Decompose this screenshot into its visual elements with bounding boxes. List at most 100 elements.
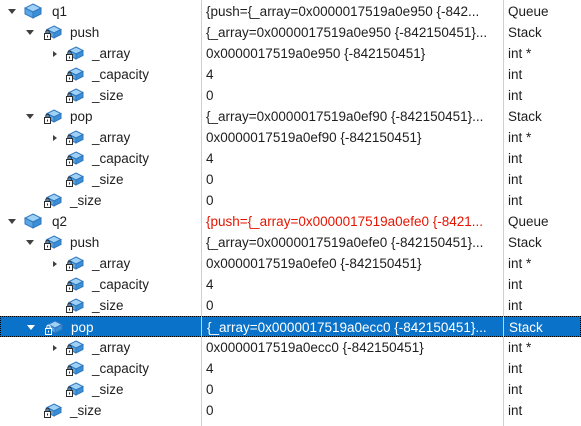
variable-type: int bbox=[508, 193, 523, 208]
variable-name: q2 bbox=[52, 214, 68, 229]
name-cell: _size bbox=[0, 85, 201, 106]
watch-row-size[interactable]: _size 0 int bbox=[0, 379, 581, 400]
variable-value[interactable]: 0 bbox=[201, 379, 503, 400]
name-cell: q2 bbox=[0, 211, 201, 232]
variable-name: _size bbox=[92, 88, 124, 103]
watch-row-q2[interactable]: q2 {push={_array=0x0000017519a0efe0 {-842… bbox=[0, 211, 581, 232]
locked-member-icon bbox=[66, 150, 85, 167]
locked-member-icon bbox=[66, 66, 85, 83]
locked-member-icon bbox=[44, 234, 63, 251]
watch-row-capacity[interactable]: _capacity 4 int bbox=[0, 148, 581, 169]
collapse-arrow-icon[interactable] bbox=[24, 232, 36, 253]
collapse-arrow-icon[interactable] bbox=[24, 22, 36, 43]
locked-member-icon bbox=[45, 319, 64, 336]
watch-row-array[interactable]: _array 0x0000017519a0e950 {-842150451} int… bbox=[0, 43, 581, 64]
variable-name: _size bbox=[70, 193, 102, 208]
variable-type: int bbox=[508, 172, 523, 187]
watch-row-capacity[interactable]: _capacity 4 int bbox=[0, 274, 581, 295]
variable-name: _array bbox=[92, 256, 131, 271]
variable-type: int bbox=[508, 67, 523, 82]
variable-value[interactable]: 0 bbox=[201, 295, 503, 316]
name-value-column-divider[interactable] bbox=[201, 0, 202, 426]
name-cell: push bbox=[0, 232, 201, 253]
variable-value[interactable]: 4 bbox=[201, 274, 503, 295]
variable-value[interactable]: 4 bbox=[201, 64, 503, 85]
variable-value[interactable]: 0x0000017519a0efe0 {-842150451} bbox=[201, 253, 503, 274]
locked-member-icon bbox=[66, 381, 85, 398]
expand-arrow-icon[interactable] bbox=[50, 43, 62, 64]
collapse-arrow-icon[interactable] bbox=[6, 211, 18, 232]
variable-value[interactable]: 4 bbox=[201, 358, 503, 379]
variable-value[interactable]: 0 bbox=[201, 85, 503, 106]
expand-arrow-icon[interactable] bbox=[50, 253, 62, 274]
watch-row-push[interactable]: push {_array=0x0000017519a0e950 {-8421504… bbox=[0, 22, 581, 43]
value-type-column-divider[interactable] bbox=[503, 0, 504, 426]
variable-name: _capacity bbox=[92, 361, 150, 376]
collapse-arrow-icon[interactable] bbox=[25, 317, 37, 338]
variable-value[interactable]: 0 bbox=[201, 400, 503, 421]
variable-value[interactable]: {_array=0x0000017519a0ef90 {-842150451}.… bbox=[201, 106, 503, 127]
variable-value[interactable]: 0x0000017519a0ecc0 {-842150451} bbox=[201, 337, 503, 358]
name-cell: _size bbox=[0, 379, 201, 400]
variable-value[interactable]: 0 bbox=[201, 169, 503, 190]
variable-type: int bbox=[508, 382, 523, 397]
variable-value[interactable]: {push={_array=0x0000017519a0efe0 {-8421.… bbox=[201, 211, 503, 232]
name-cell: _capacity bbox=[0, 274, 201, 295]
variable-value[interactable]: 0 bbox=[201, 190, 503, 211]
variable-name: _capacity bbox=[92, 151, 150, 166]
watch-row-array[interactable]: _array 0x0000017519a0ef90 {-842150451} int… bbox=[0, 127, 581, 148]
variable-name: _capacity bbox=[92, 67, 150, 82]
name-cell: pop bbox=[0, 106, 201, 127]
variable-name: _size bbox=[92, 382, 124, 397]
variable-type: int * bbox=[508, 340, 532, 355]
variable-value[interactable]: {_array=0x0000017519a0e950 {-842150451}.… bbox=[201, 22, 503, 43]
watch-row-size[interactable]: _size 0 int bbox=[0, 400, 581, 421]
watch-row-size[interactable]: _size 0 int bbox=[0, 295, 581, 316]
variable-type: Stack bbox=[508, 25, 542, 40]
watch-row-array[interactable]: _array 0x0000017519a0ecc0 {-842150451} int… bbox=[0, 337, 581, 358]
watch-row-pop[interactable]: pop {_array=0x0000017519a0ecc0 {-84215045… bbox=[0, 316, 581, 337]
locked-member-icon bbox=[44, 402, 63, 419]
watch-row-size[interactable]: _size 0 int bbox=[0, 85, 581, 106]
locked-member-icon bbox=[44, 24, 63, 41]
watch-row-push[interactable]: push {_array=0x0000017519a0efe0 {-8421504… bbox=[0, 232, 581, 253]
watch-row-q1[interactable]: q1 {push={_array=0x0000017519a0e950 {-842… bbox=[0, 1, 581, 22]
variable-value[interactable]: 0x0000017519a0ef90 {-842150451} bbox=[201, 127, 503, 148]
variable-name: _array bbox=[92, 340, 131, 355]
watch-row-size[interactable]: _size 0 int bbox=[0, 169, 581, 190]
variable-name: q1 bbox=[52, 4, 68, 19]
watch-row-capacity[interactable]: _capacity 4 int bbox=[0, 64, 581, 85]
watch-row-size[interactable]: _size 0 int bbox=[0, 190, 581, 211]
variable-name: pop bbox=[70, 109, 93, 124]
variable-value[interactable]: {_array=0x0000017519a0ecc0 {-842150451}.… bbox=[202, 317, 504, 338]
variable-name: _array bbox=[92, 130, 131, 145]
locked-member-icon bbox=[66, 171, 85, 188]
variable-type: int * bbox=[508, 256, 532, 271]
variable-value[interactable]: 0x0000017519a0e950 {-842150451} bbox=[201, 43, 503, 64]
expand-arrow-icon[interactable] bbox=[50, 127, 62, 148]
object-icon bbox=[23, 213, 43, 230]
variable-value[interactable]: {push={_array=0x0000017519a0e950 {-842..… bbox=[201, 1, 503, 22]
watch-row-capacity[interactable]: _capacity 4 int bbox=[0, 358, 581, 379]
name-cell: _array bbox=[0, 337, 201, 358]
name-cell: _size bbox=[0, 400, 201, 421]
expand-arrow-icon[interactable] bbox=[50, 337, 62, 358]
locked-member-icon bbox=[44, 192, 63, 209]
variable-type: int bbox=[508, 298, 523, 313]
name-cell: _array bbox=[0, 253, 201, 274]
variable-value[interactable]: {_array=0x0000017519a0efe0 {-842150451}.… bbox=[201, 232, 503, 253]
watch-row-pop[interactable]: pop {_array=0x0000017519a0ef90 {-84215045… bbox=[0, 106, 581, 127]
locked-member-icon bbox=[66, 297, 85, 314]
collapse-arrow-icon[interactable] bbox=[6, 1, 18, 22]
name-cell: _size bbox=[0, 169, 201, 190]
variable-name: _size bbox=[92, 298, 124, 313]
collapse-arrow-icon[interactable] bbox=[24, 106, 36, 127]
object-icon bbox=[23, 3, 43, 20]
variable-type: int bbox=[508, 277, 523, 292]
locked-member-icon bbox=[66, 87, 85, 104]
variable-value[interactable]: 4 bbox=[201, 148, 503, 169]
watch-row-array[interactable]: _array 0x0000017519a0efe0 {-842150451} int… bbox=[0, 253, 581, 274]
variable-type: int bbox=[508, 88, 523, 103]
locked-member-icon bbox=[66, 339, 85, 356]
locked-member-icon bbox=[66, 360, 85, 377]
